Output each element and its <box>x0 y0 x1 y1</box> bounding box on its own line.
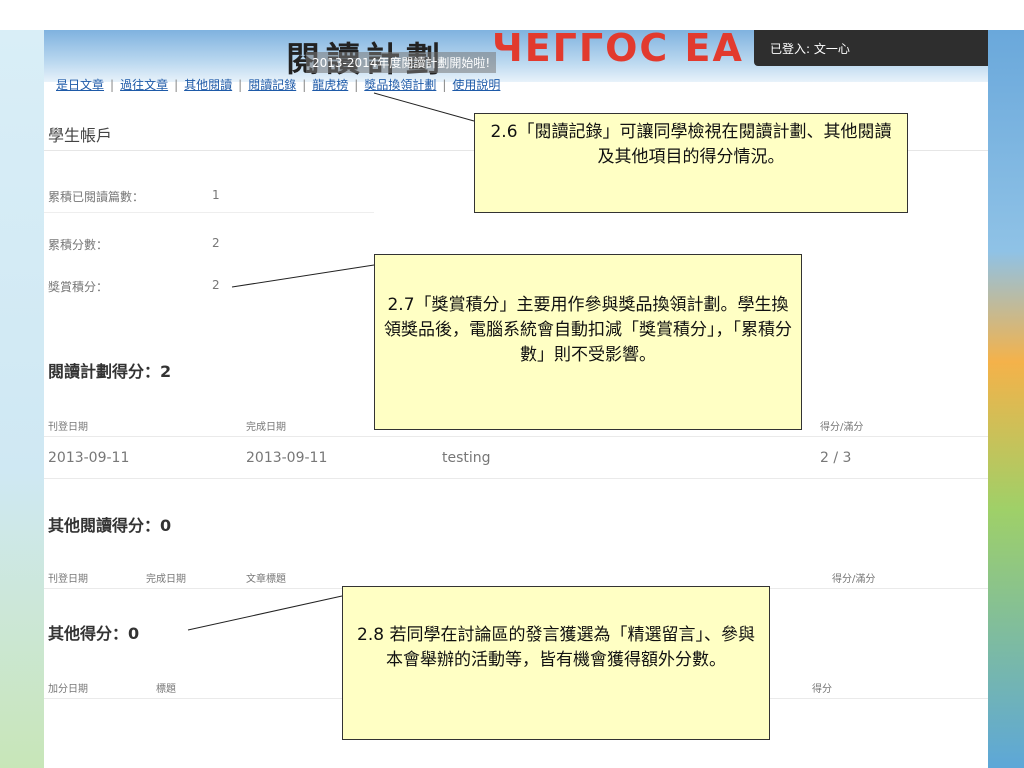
col-header-complete-date: 完成日期 <box>246 422 286 433</box>
nav-reading-record[interactable]: 閱讀記錄 <box>248 78 296 92</box>
nav-other-reading[interactable]: 其他閱讀 <box>184 78 232 92</box>
nav-leaderboard[interactable]: 龍虎榜 <box>312 78 348 92</box>
col-header-score: 得分/滿分 <box>832 574 876 585</box>
nav-past-articles[interactable]: 過往文章 <box>120 78 168 92</box>
col-header-complete-date: 完成日期 <box>146 574 186 585</box>
banner: 閱讀計劃 ЧЕГГОС ЕА 2013-2014年度閱讀計劃開始啦! 已登入: … <box>44 30 988 82</box>
other-score-heading: 其他得分：0 <box>48 624 140 643</box>
cell-complete-date: 2013-09-11 <box>246 450 328 466</box>
login-status: 已登入: 文一心 <box>754 30 988 66</box>
col-header-title: 標題 <box>156 684 176 695</box>
announcement-marquee: 2013-2014年度閱讀計劃開始啦! <box>306 52 497 73</box>
stat-label-articles-read: 累積已閱讀篇數： <box>48 190 145 204</box>
other-reading-heading: 其他閱讀得分：0 <box>48 516 172 535</box>
divider <box>44 436 988 437</box>
nav-separator: | <box>174 78 179 92</box>
col-header-article-title: 文章標題 <box>246 574 286 585</box>
nav-separator: | <box>238 78 243 92</box>
nav-prize-redemption[interactable]: 獎品換領計劃 <box>364 78 436 92</box>
nav-separator: | <box>110 78 115 92</box>
nav-separator: | <box>302 78 307 92</box>
cell-publish-date: 2013-09-11 <box>48 450 130 466</box>
nav-separator: | <box>354 78 359 92</box>
nav-user-guide[interactable]: 使用說明 <box>452 78 500 92</box>
stat-label-reward-points: 獎賞積分： <box>48 280 109 294</box>
col-header-publish-date: 刊登日期 <box>48 422 88 433</box>
stat-value-reward-points: 2 <box>212 278 220 292</box>
col-header-score: 得分 <box>812 684 832 695</box>
divider <box>44 212 374 213</box>
reading-score-heading: 閱讀計劃得分：2 <box>48 362 172 381</box>
background-right <box>984 30 1024 768</box>
login-status-text: 已登入: 文一心 <box>770 42 850 56</box>
cell-article-title[interactable]: testing <box>442 450 491 466</box>
nav-today-article[interactable]: 是日文章 <box>56 78 104 92</box>
col-header-score: 得分/滿分 <box>820 422 864 433</box>
callout-reward-points: 2.7「獎賞積分」主要用作參與獎品換領計劃。學生換領獎品後，電腦系統會自動扣減「… <box>374 254 802 430</box>
stat-value-total-score: 2 <box>212 236 220 250</box>
divider <box>44 478 988 479</box>
main-nav: 是日文章 | 過往文章 | 其他閱讀 | 閱讀記錄 | 龍虎榜 | 獎品換領計劃 | 使用說明 <box>56 76 500 93</box>
page-title: 學生帳戶 <box>48 126 113 145</box>
stat-value-articles-read: 1 <box>212 188 220 202</box>
callout-reading-record: 2.6「閱讀記錄」可讓同學檢視在閱讀計劃、其他閱讀及其他項目的得分情況。 <box>474 113 908 213</box>
col-header-bonus-date: 加分日期 <box>48 684 88 695</box>
cell-score: 2 / 3 <box>820 450 852 466</box>
background-left <box>0 30 44 768</box>
banner-decoration: ЧЕГГОС ЕА <box>492 30 744 70</box>
callout-extra-score: 2.8 若同學在討論區的發言獲選為「精選留言」、參與本會舉辦的活動等，皆有機會獲… <box>342 586 770 740</box>
col-header-publish-date: 刊登日期 <box>48 574 88 585</box>
stat-label-total-score: 累積分數： <box>48 238 109 252</box>
nav-separator: | <box>442 78 447 92</box>
